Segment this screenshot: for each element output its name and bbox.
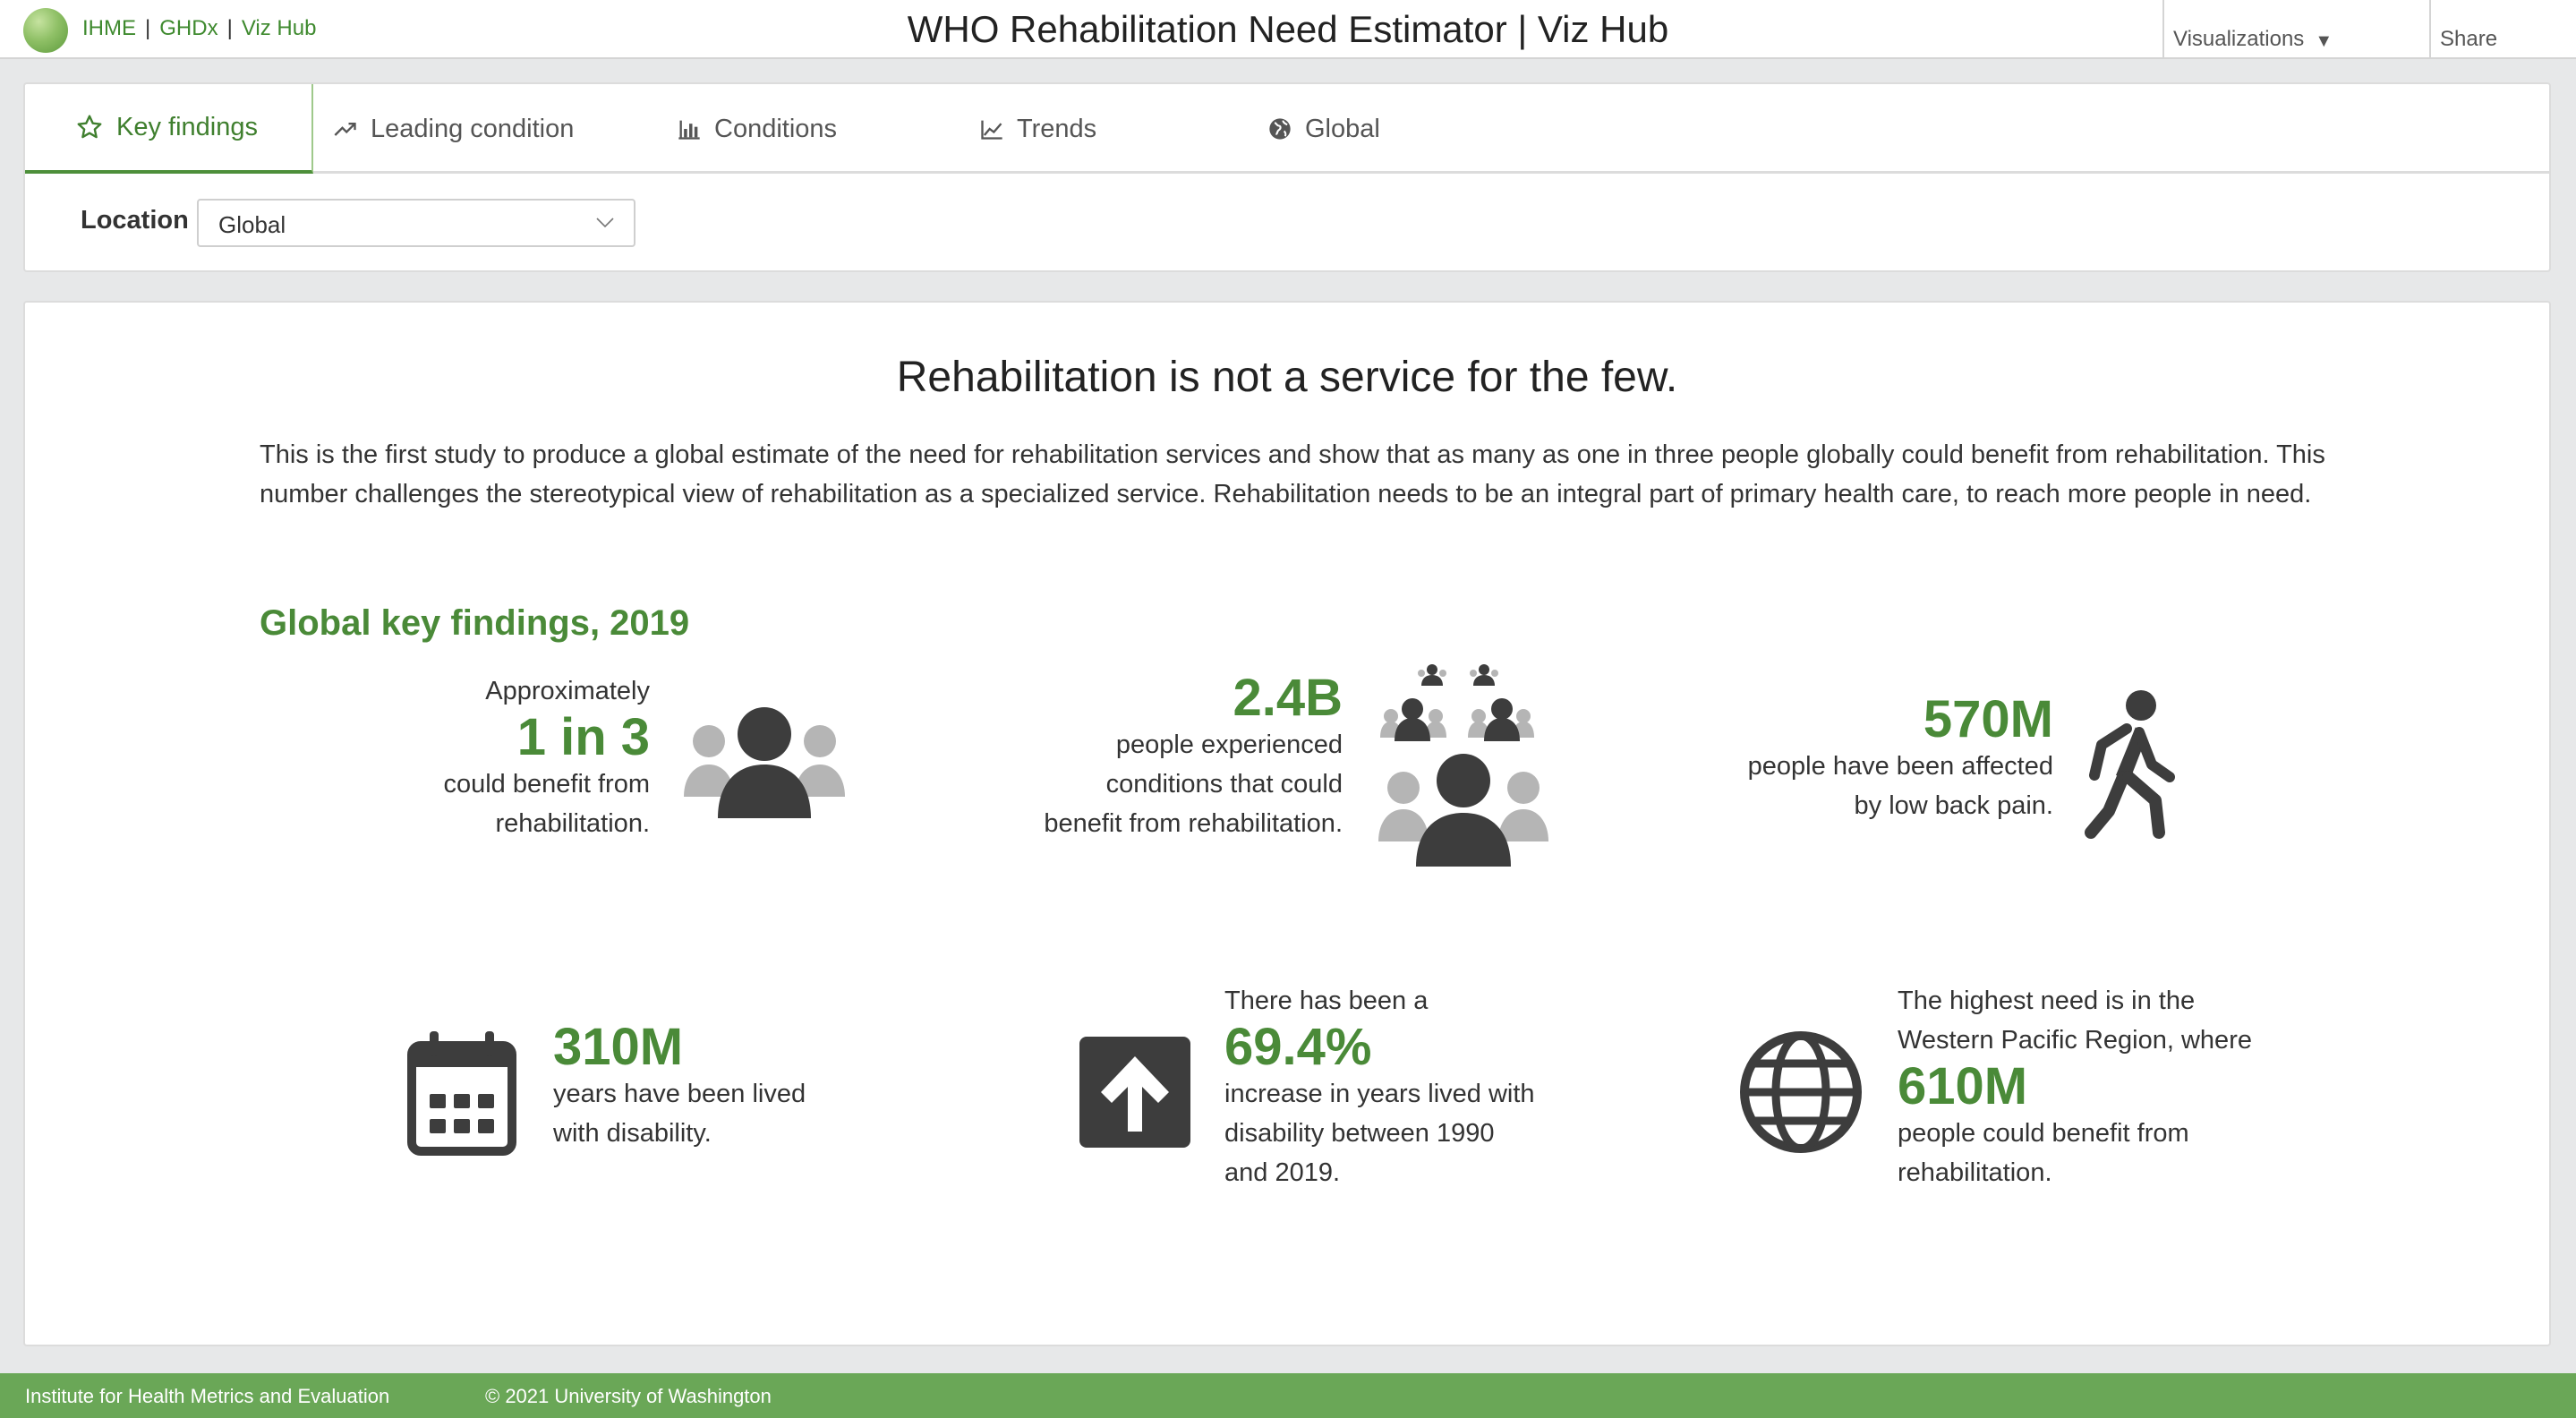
stat-five-seventy-million: 570M people have been affected by low ba… bbox=[1642, 693, 2053, 825]
star-icon bbox=[77, 115, 102, 139]
footer-copyright: © 2021 University of Washington bbox=[485, 1385, 772, 1407]
globe-icon bbox=[1269, 118, 1291, 140]
navigation-card: Key findings Leading condition Condition… bbox=[23, 82, 2551, 272]
line-chart-icon bbox=[981, 120, 1002, 140]
stat-post-text: conditions that could bbox=[1105, 770, 1343, 799]
arrow-up-icon bbox=[1079, 1037, 1190, 1148]
tab-label: Conditions bbox=[714, 114, 838, 143]
stat-post-text: people experienced bbox=[1115, 730, 1343, 759]
section-title: Global key findings, 2019 bbox=[260, 603, 690, 643]
tab-label: Global bbox=[1305, 114, 1380, 143]
chevron-down-icon bbox=[596, 218, 614, 228]
stat-post-text: and 2019. bbox=[1224, 1158, 1341, 1187]
share-label: Share bbox=[2440, 27, 2498, 51]
ihme-logo-icon[interactable] bbox=[23, 8, 68, 53]
stat-post-text: rehabilitation. bbox=[495, 809, 651, 838]
bar-chart-icon bbox=[678, 120, 700, 140]
headline: Rehabilitation is not a service for the … bbox=[896, 354, 1678, 401]
location-select[interactable]: Global bbox=[197, 199, 635, 247]
tab-label: Key findings bbox=[116, 112, 258, 141]
separator: | bbox=[226, 16, 233, 40]
key-findings-card: Rehabilitation is not a service for the … bbox=[23, 301, 2551, 1346]
footer: Institute for Health Metrics and Evaluat… bbox=[0, 1373, 2576, 1418]
tab-label: Trends bbox=[1017, 114, 1097, 143]
stat-post-text: rehabilitation. bbox=[1898, 1158, 2052, 1187]
stat-one-in-three: Approximately 1 in 3 could benefit from … bbox=[292, 671, 650, 843]
stat-post-text: years have been lived bbox=[553, 1080, 806, 1108]
tab-key-findings[interactable]: Key findings bbox=[25, 84, 313, 174]
tab-label: Leading condition bbox=[371, 114, 575, 143]
stat-value: 1 in 3 bbox=[516, 708, 650, 766]
globe-icon bbox=[1740, 1031, 1862, 1153]
visualizations-menu-button[interactable]: Visualizations ▼ bbox=[2162, 0, 2429, 59]
tab-conditions[interactable]: Conditions bbox=[653, 84, 967, 174]
tab-trends[interactable]: Trends bbox=[967, 84, 1251, 174]
stat-pre-text: Approximately bbox=[485, 677, 650, 705]
trend-icon bbox=[334, 123, 356, 136]
stat-value: 69.4% bbox=[1224, 1018, 1372, 1076]
crowd-people-icon bbox=[1378, 664, 1548, 867]
stat-value: 2.4B bbox=[1233, 669, 1343, 727]
calendar-icon bbox=[407, 1031, 516, 1156]
separator: | bbox=[145, 16, 151, 40]
stat-value: 310M bbox=[553, 1018, 684, 1076]
stat-pre-text: The highest need is in the bbox=[1898, 987, 2196, 1015]
share-button[interactable]: Share bbox=[2429, 0, 2576, 59]
group-people-icon bbox=[684, 707, 845, 818]
location-value: Global bbox=[218, 211, 286, 238]
tab-leading-condition[interactable]: Leading condition bbox=[313, 84, 653, 174]
caret-down-icon: ▼ bbox=[2315, 31, 2333, 51]
tab-bar: Key findings Leading condition Condition… bbox=[25, 84, 2549, 174]
stat-post-text: people have been affected bbox=[1747, 752, 2053, 781]
stat-sixty-nine-percent: There has been a 69.4% increase in years… bbox=[1224, 981, 1618, 1192]
stat-three-ten-million: 310M years have been lived with disabili… bbox=[553, 1021, 911, 1153]
ihme-link[interactable]: IHME bbox=[82, 16, 136, 41]
stat-value: 610M bbox=[1898, 1057, 2028, 1115]
stat-six-ten-million: The highest need is in the Western Pacif… bbox=[1898, 981, 2309, 1192]
stat-post-text: increase in years lived with bbox=[1224, 1080, 1535, 1108]
footer-org: Institute for Health Metrics and Evaluat… bbox=[25, 1385, 390, 1407]
visualizations-label: Visualizations bbox=[2173, 27, 2305, 51]
stat-pre-text: Western Pacific Region, where bbox=[1898, 1026, 2252, 1055]
brand-links: IHME | GHDx | Viz Hub bbox=[82, 16, 316, 41]
stat-post-text: people could benefit from bbox=[1898, 1119, 2189, 1148]
stat-post-text: could benefit from bbox=[443, 770, 650, 799]
walking-person-icon bbox=[2085, 690, 2175, 839]
location-label: Location bbox=[81, 206, 189, 235]
stat-post-text: by low back pain. bbox=[1854, 791, 2053, 820]
intro-paragraph: This is the first study to produce a glo… bbox=[260, 440, 2325, 508]
stat-post-text: with disability. bbox=[553, 1119, 712, 1148]
ghdx-link[interactable]: GHDx bbox=[159, 16, 218, 41]
top-bar: IHME | GHDx | Viz Hub WHO Rehabilitation… bbox=[0, 0, 2576, 59]
vizhub-link[interactable]: Viz Hub bbox=[242, 16, 317, 41]
stat-post-text: benefit from rehabilitation. bbox=[1044, 809, 1343, 838]
stat-post-text: disability between 1990 bbox=[1224, 1119, 1495, 1148]
stat-pre-text: There has been a bbox=[1224, 987, 1429, 1015]
tab-global[interactable]: Global bbox=[1251, 84, 1520, 174]
stat-value: 570M bbox=[1923, 690, 2053, 748]
stat-two-point-four-billion: 2.4B people experienced conditions that … bbox=[949, 671, 1343, 843]
